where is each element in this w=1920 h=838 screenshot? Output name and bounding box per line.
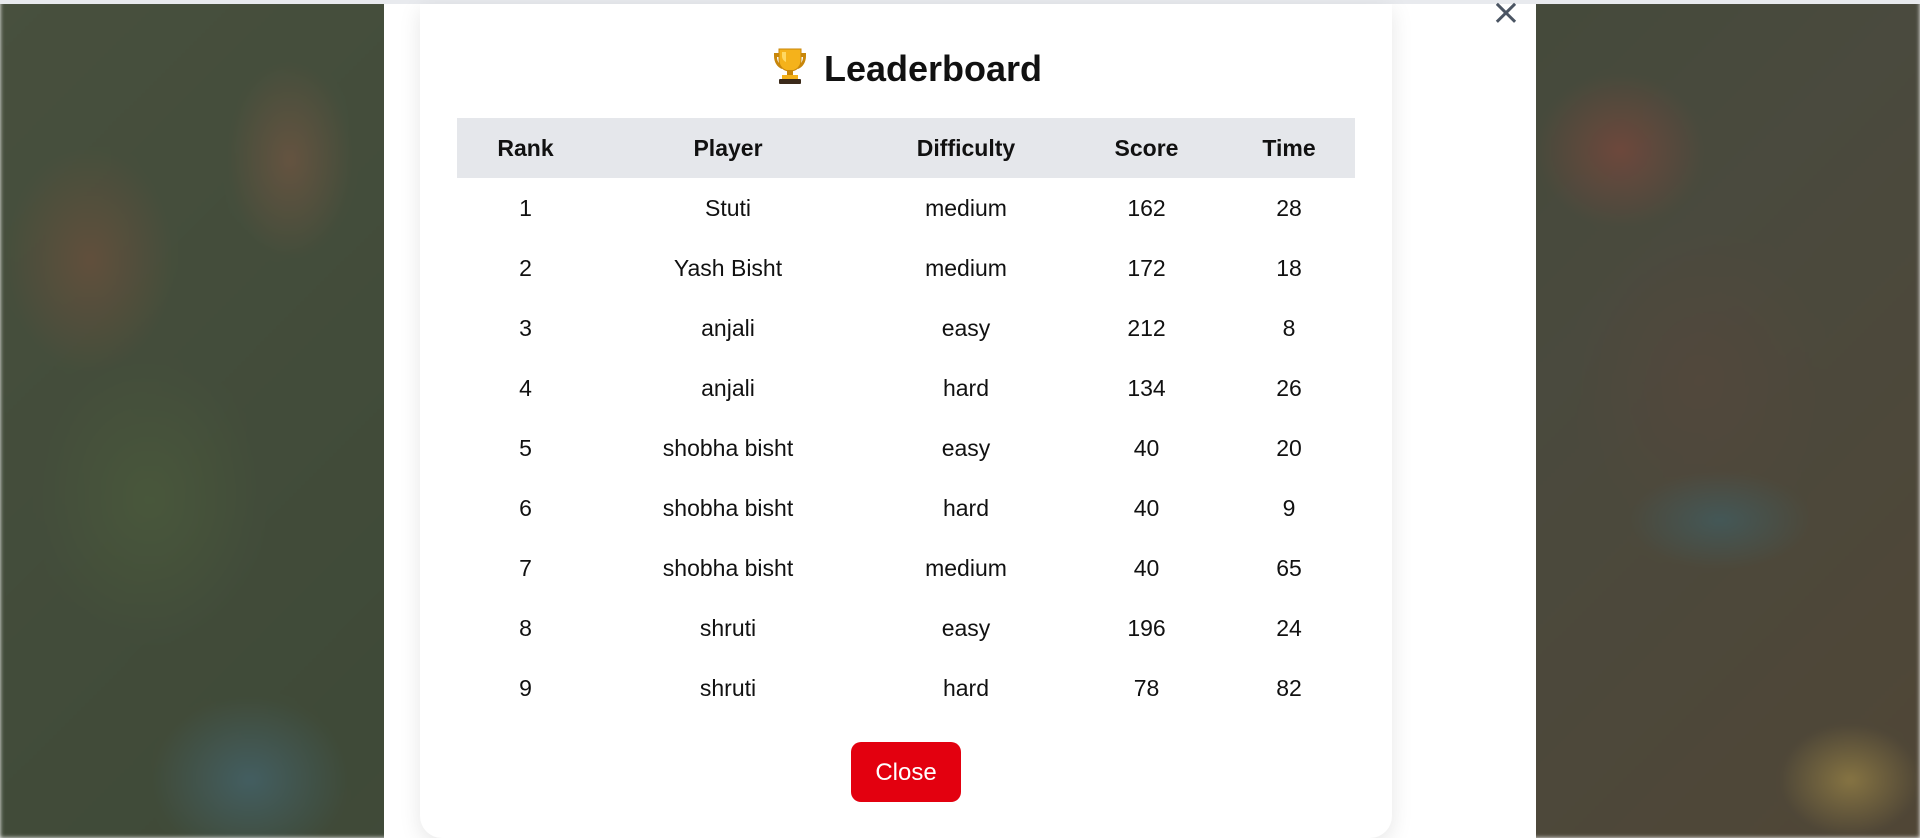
cell-score: 162 xyxy=(1127,194,1166,221)
table-row: 1 Stuti medium 162 28 xyxy=(457,178,1355,238)
cell-player: shruti xyxy=(699,674,757,701)
cell-player: anjali xyxy=(701,314,755,341)
table-row: 5 shobha bisht easy 40 20 xyxy=(457,418,1355,478)
cell-difficulty: medium xyxy=(925,554,1007,581)
cell-player: shruti xyxy=(699,614,757,641)
cell-difficulty: easy xyxy=(941,314,991,341)
cell-rank: 7 xyxy=(519,554,532,581)
cell-score: 40 xyxy=(1133,554,1160,581)
cell-score: 40 xyxy=(1133,434,1160,461)
table-header-row: Rank Player Difficulty Score Time xyxy=(457,118,1355,178)
cell-score: 212 xyxy=(1127,314,1166,341)
cell-time: 65 xyxy=(1276,554,1302,581)
modal-title-row: Leaderboard xyxy=(420,46,1392,91)
trophy-icon xyxy=(773,48,806,84)
cell-time: 82 xyxy=(1276,674,1302,701)
cell-time: 28 xyxy=(1276,194,1302,221)
cell-difficulty: easy xyxy=(941,434,991,461)
cell-time: 8 xyxy=(1282,314,1296,341)
leaderboard-table: Rank Player Difficulty Score Time 1 Stut… xyxy=(457,118,1355,718)
header-score: Score xyxy=(1114,134,1179,161)
cell-rank: 1 xyxy=(519,194,532,221)
cell-player: Stuti xyxy=(704,194,752,221)
header-player: Player xyxy=(693,134,763,161)
table-row: 2 Yash Bisht medium 172 18 xyxy=(457,238,1355,298)
table-row: 8 shruti easy 196 24 xyxy=(457,598,1355,658)
cell-rank: 6 xyxy=(519,494,532,521)
cell-time: 18 xyxy=(1276,254,1302,281)
header-difficulty: Difficulty xyxy=(916,134,1016,161)
cell-rank: 2 xyxy=(519,254,532,281)
cell-score: 172 xyxy=(1127,254,1166,281)
cell-score: 78 xyxy=(1133,674,1160,701)
close-button[interactable]: Close xyxy=(851,742,961,802)
cell-rank: 8 xyxy=(519,614,532,641)
header-rank: Rank xyxy=(497,134,554,161)
cell-score: 196 xyxy=(1127,614,1166,641)
cell-score: 40 xyxy=(1133,494,1160,521)
cell-difficulty: hard xyxy=(942,494,990,521)
cell-rank: 3 xyxy=(519,314,532,341)
table-row: 3 anjali easy 212 8 xyxy=(457,298,1355,358)
cell-time: 9 xyxy=(1282,494,1296,521)
cell-player: shobha bisht xyxy=(662,494,794,521)
cell-player: anjali xyxy=(701,374,755,401)
table-row: 6 shobha bisht hard 40 9 xyxy=(457,478,1355,538)
cell-difficulty: hard xyxy=(942,674,990,701)
table-row: 9 shruti hard 78 82 xyxy=(457,658,1355,718)
cell-difficulty: hard xyxy=(942,374,990,401)
cell-difficulty: medium xyxy=(925,254,1007,281)
cell-difficulty: easy xyxy=(941,614,991,641)
table-body: 1 Stuti medium 162 28 2 Yash Bisht mediu… xyxy=(457,178,1355,718)
cell-score: 134 xyxy=(1127,374,1166,401)
table-row: 4 anjali hard 134 26 xyxy=(457,358,1355,418)
cell-player: shobha bisht xyxy=(662,554,794,581)
header-time: Time xyxy=(1262,134,1316,161)
close-icon[interactable]: × xyxy=(1490,0,1522,31)
cell-time: 26 xyxy=(1276,374,1302,401)
cell-rank: 9 xyxy=(519,674,532,701)
cell-difficulty: medium xyxy=(925,194,1007,221)
cell-time: 20 xyxy=(1276,434,1302,461)
cell-player: shobha bisht xyxy=(662,434,794,461)
cell-player: Yash Bisht xyxy=(673,254,783,281)
table-row: 7 shobha bisht medium 40 65 xyxy=(457,538,1355,598)
leaderboard-modal: Leaderboard Rank Player Difficulty Score… xyxy=(420,4,1392,838)
cell-rank: 5 xyxy=(519,434,532,461)
modal-title: Leaderboard xyxy=(823,48,1043,89)
cell-time: 24 xyxy=(1276,614,1302,641)
cell-rank: 4 xyxy=(519,374,532,401)
